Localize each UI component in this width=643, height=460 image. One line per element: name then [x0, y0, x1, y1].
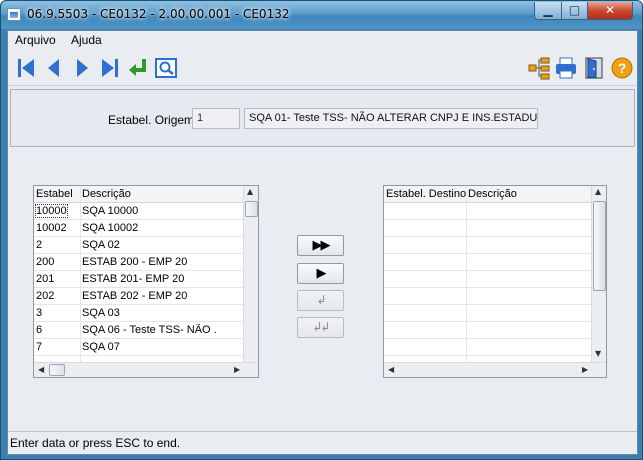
exit-door-icon[interactable]: [582, 56, 606, 80]
column-header-estabel[interactable]: Estabel: [36, 188, 73, 200]
table-row[interactable]: 201 ESTAB 201- EMP 20: [34, 271, 243, 288]
left-horizontal-scrollbar[interactable]: ◀ ▶: [34, 362, 258, 377]
printer-icon[interactable]: [554, 56, 578, 80]
right-vertical-scrollbar[interactable]: ▲ ▼: [591, 186, 606, 362]
cell-descricao: SQA 02: [82, 239, 120, 251]
table-row[interactable]: 10002 SQA 10002: [34, 220, 243, 237]
cell-estabel: 10000: [35, 204, 68, 218]
title-bar[interactable]: 06.9.5503 - CE0132 - 2.00.00.001 - CE013…: [1, 1, 642, 29]
previous-record-icon[interactable]: [42, 56, 66, 80]
client-area: Arquivo Ajuda ? Estabel. Origem: 1 SQA 0…: [7, 30, 638, 455]
scroll-left-icon[interactable]: ◀: [38, 365, 44, 374]
cell-estabel: 3: [36, 307, 43, 319]
app-icon: [7, 8, 21, 21]
add-selected-button[interactable]: ▶: [297, 263, 344, 284]
add-all-button[interactable]: ▶▶: [297, 235, 344, 256]
remove-selected-button[interactable]: ↲: [297, 290, 344, 311]
table-row[interactable]: 202 ESTAB 202 - EMP 20: [34, 288, 243, 305]
first-record-icon[interactable]: [14, 56, 38, 80]
application-window: 06.9.5503 - CE0132 - 2.00.00.001 - CE013…: [0, 0, 643, 460]
maximize-button[interactable]: □: [561, 2, 588, 20]
left-vertical-scrollbar[interactable]: ▲: [243, 186, 258, 362]
window-title: 06.9.5503 - CE0132 - 2.00.00.001 - CE013…: [27, 7, 290, 21]
empty-row[interactable]: [384, 237, 591, 254]
status-bar: Enter data or press ESC to end.: [8, 431, 637, 454]
cell-descricao: ESTAB 202 - EMP 20: [82, 290, 188, 302]
cell-estabel: 200: [36, 256, 55, 268]
empty-row[interactable]: [384, 271, 591, 288]
empty-row[interactable]: [384, 254, 591, 271]
scroll-thumb[interactable]: [245, 201, 258, 217]
table-row[interactable]: 2 SQA 02: [34, 237, 243, 254]
svg-text:?: ?: [618, 60, 627, 76]
grid-header: Estabel. Destino Descrição: [384, 186, 591, 203]
column-header-descricao[interactable]: Descrição: [468, 188, 517, 200]
cell-descricao: SQA 06 - Teste TSS- NÃO .: [82, 324, 217, 336]
empty-row[interactable]: [384, 220, 591, 237]
scroll-thumb[interactable]: [49, 364, 65, 376]
origin-description-field: SQA 01- Teste TSS- NÃO ALTERAR CNPJ E IN…: [244, 108, 538, 129]
cell-descricao: ESTAB 200 - EMP 20: [82, 256, 188, 268]
table-row[interactable]: 10000 SQA 10000: [34, 203, 243, 220]
cell-estabel: 6: [36, 324, 43, 336]
table-row[interactable]: 3 SQA 03: [34, 305, 243, 322]
table-row[interactable]: 7 SQA 07: [34, 339, 243, 356]
cell-descricao: SQA 07: [82, 341, 120, 353]
cell-descricao: SQA 10000: [82, 205, 139, 217]
scroll-down-icon[interactable]: ▼: [595, 349, 601, 358]
cell-estabel: 201: [36, 273, 55, 285]
empty-row[interactable]: [384, 203, 591, 220]
cell-estabel: 202: [36, 290, 55, 302]
column-header-descricao[interactable]: Descrição: [82, 188, 131, 200]
scroll-right-icon[interactable]: ▶: [234, 365, 240, 374]
remove-all-button[interactable]: ↲↲: [297, 317, 344, 338]
empty-row[interactable]: [384, 288, 591, 305]
cell-descricao: ESTAB 201- EMP 20: [82, 273, 185, 285]
last-record-icon[interactable]: [98, 56, 122, 80]
minimize-button[interactable]: ▁: [534, 2, 562, 20]
scroll-right-icon[interactable]: ▶: [582, 365, 588, 374]
cell-estabel: 2: [36, 239, 43, 251]
origin-label: Estabel. Origem:: [108, 113, 198, 127]
right-horizontal-scrollbar[interactable]: ◀ ▶: [384, 362, 606, 377]
close-button[interactable]: ✕: [587, 2, 633, 20]
next-record-icon[interactable]: [70, 56, 94, 80]
table-row[interactable]: 200 ESTAB 200 - EMP 20: [34, 254, 243, 271]
tree-icon[interactable]: [527, 56, 551, 80]
toolbar: ?: [8, 50, 637, 86]
empty-row[interactable]: [384, 339, 591, 356]
origin-code-field[interactable]: 1: [192, 108, 240, 129]
status-text: Enter data or press ESC to end.: [10, 436, 181, 450]
empty-row[interactable]: [384, 305, 591, 322]
cell-estabel: 10002: [36, 222, 67, 234]
grid-header: Estabel Descrição: [34, 186, 243, 203]
menu-ajuda[interactable]: Ajuda: [71, 33, 102, 47]
scroll-thumb[interactable]: [593, 201, 606, 291]
cell-estabel: 7: [36, 341, 43, 353]
search-icon[interactable]: [154, 56, 178, 80]
scroll-up-icon[interactable]: ▲: [595, 187, 601, 196]
table-row[interactable]: 6 SQA 06 - Teste TSS- NÃO .: [34, 322, 243, 339]
cell-descricao: SQA 10002: [82, 222, 139, 234]
empty-row[interactable]: [384, 322, 591, 339]
scroll-up-icon[interactable]: ▲: [247, 187, 253, 196]
cell-descricao: SQA 03: [82, 307, 120, 319]
origin-panel: Estabel. Origem: 1 SQA 01- Teste TSS- NÃ…: [10, 89, 635, 147]
available-establishments-grid[interactable]: Estabel Descrição 10000 SQA 10000 10002 SQA…: [33, 185, 259, 378]
go-to-icon[interactable]: [126, 56, 150, 80]
scroll-left-icon[interactable]: ◀: [388, 365, 394, 374]
column-header-estabel-destino[interactable]: Estabel. Destino: [386, 188, 466, 200]
menu-arquivo[interactable]: Arquivo: [15, 33, 56, 47]
menu-bar: Arquivo Ajuda: [8, 31, 637, 49]
help-icon[interactable]: ?: [610, 56, 634, 80]
destination-establishments-grid[interactable]: Estabel. Destino Descrição ▲ ▼ ◀ ▶: [383, 185, 607, 378]
